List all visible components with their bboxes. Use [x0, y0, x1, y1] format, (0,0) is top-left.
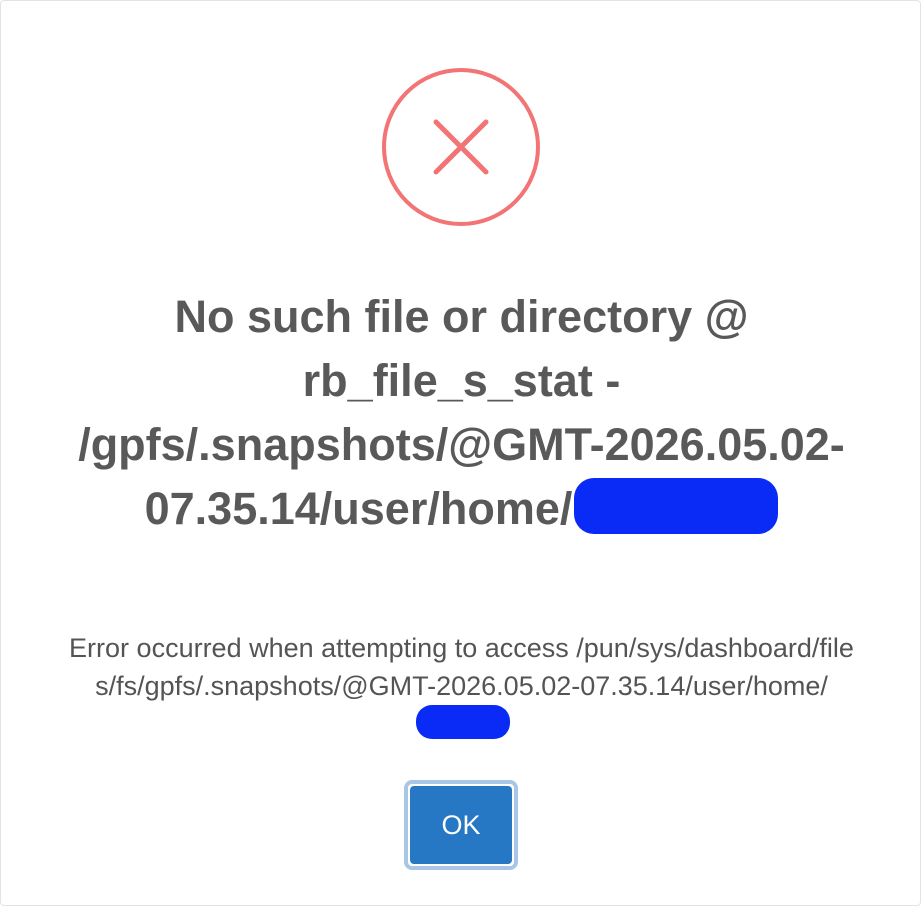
error-icon: [382, 68, 540, 226]
error-dialog: No such file or directory @ rb_file_s_st…: [0, 0, 921, 906]
close-x-icon: [433, 119, 489, 175]
ok-button-focus-ring: OK: [404, 780, 518, 870]
ok-button[interactable]: OK: [410, 786, 512, 864]
redacted-username: [415, 704, 510, 739]
dialog-title: No such file or directory @ rb_file_s_st…: [61, 285, 862, 541]
redacted-username: [574, 478, 779, 535]
dialog-message: Error occurred when attempting to access…: [61, 629, 862, 743]
dialog-message-text: Error occurred when attempting to access…: [69, 633, 854, 701]
